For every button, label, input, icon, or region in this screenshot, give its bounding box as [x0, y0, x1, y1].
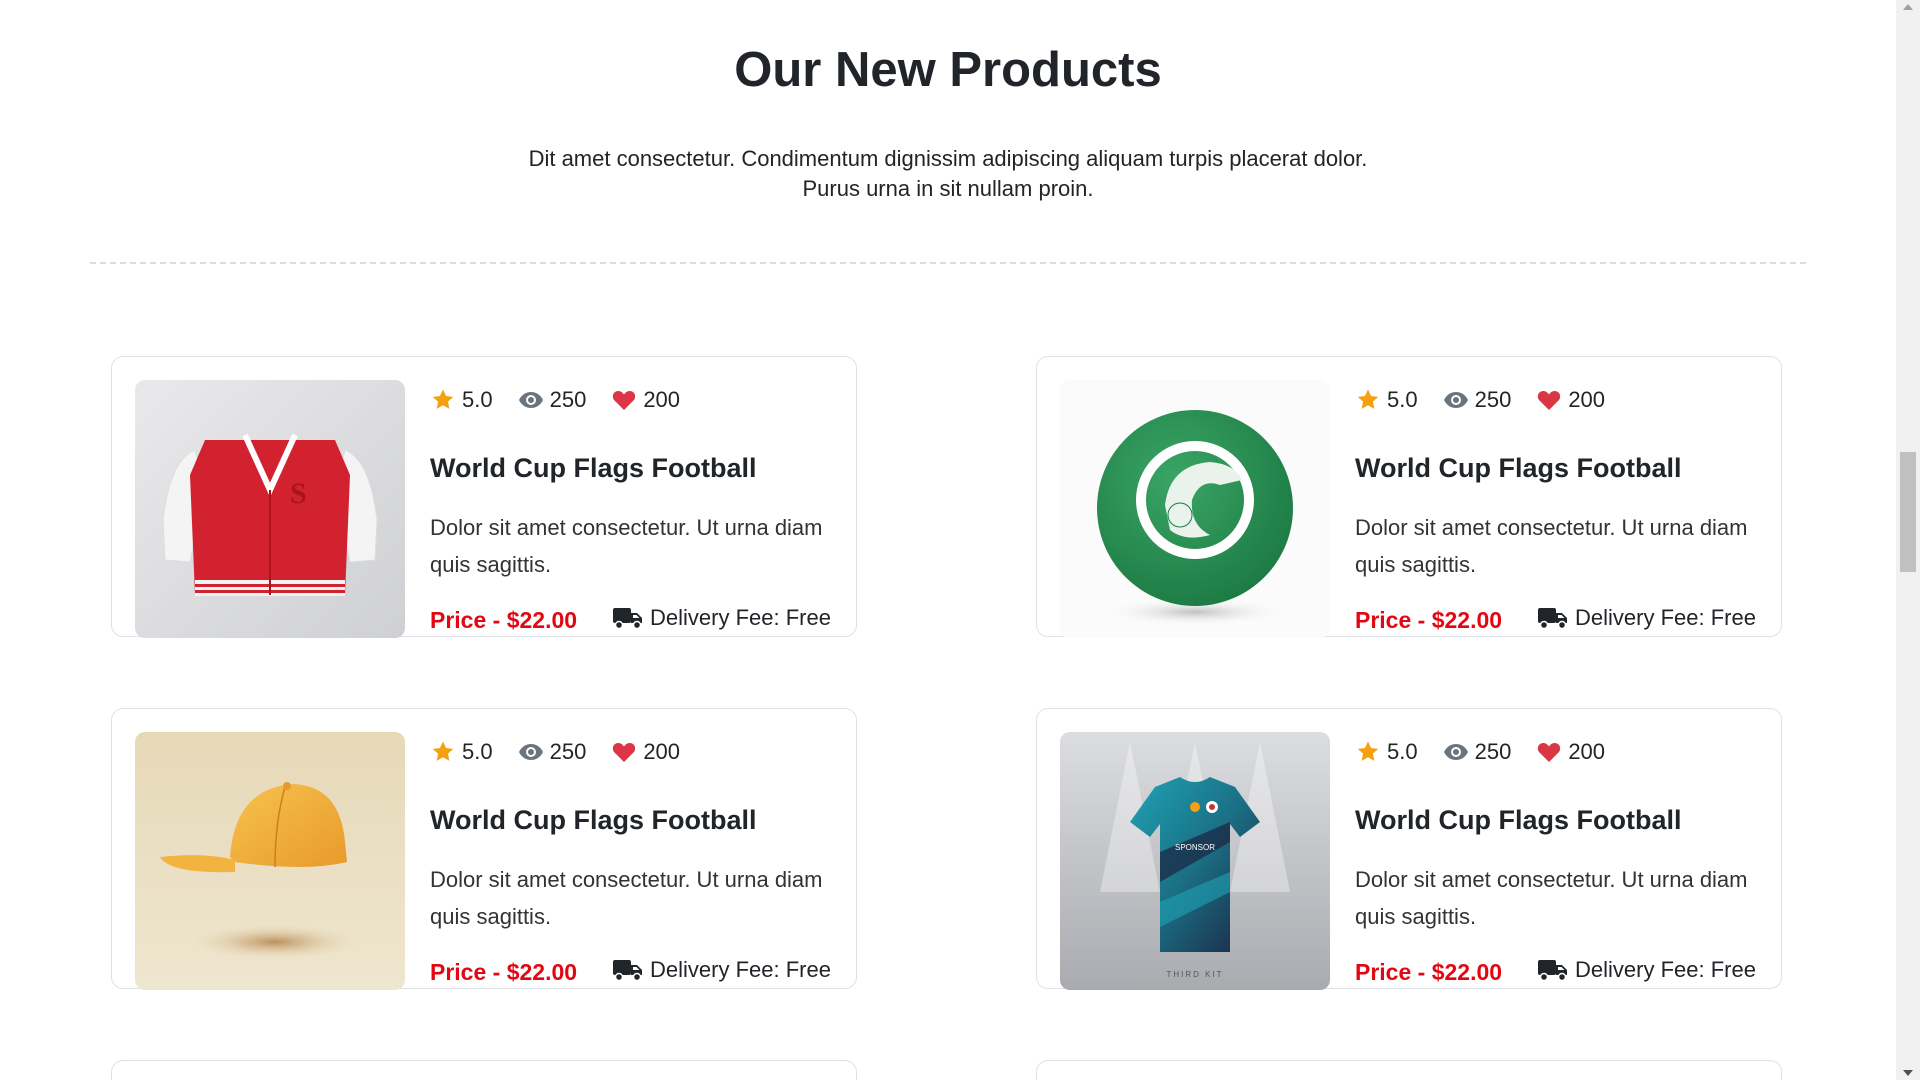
- delivery-text: Delivery Fee: Free: [1575, 605, 1756, 630]
- likes-value: 200: [1568, 739, 1606, 764]
- product-image-football[interactable]: [1060, 380, 1330, 638]
- product-price: Price - $22.00: [1355, 959, 1503, 985]
- product-description: Dolor sit amet consectetur. Ut urna diam…: [430, 867, 823, 929]
- likes-value: 200: [1568, 387, 1606, 412]
- rating-value: 5.0: [462, 739, 493, 764]
- product-title[interactable]: World Cup Flags Football: [430, 453, 756, 484]
- likes-stat[interactable]: 200: [611, 387, 680, 413]
- product-card-partial[interactable]: [111, 1060, 857, 1080]
- likes-value: 200: [643, 387, 681, 412]
- rating-value: 5.0: [462, 387, 493, 412]
- heart-icon[interactable]: [1536, 739, 1562, 765]
- jersey-sponsor: SPONSOR: [1175, 843, 1215, 852]
- heart-icon[interactable]: [611, 387, 637, 413]
- rating-stat: 5.0: [430, 387, 493, 413]
- scrollbar-thumb[interactable]: [1900, 452, 1916, 572]
- delivery-info: Delivery Fee: Free: [612, 957, 831, 983]
- product-price: Price - $22.00: [1355, 607, 1503, 633]
- product-card[interactable]: SPONSOR THIRD KIT 5.0 250 200 World Cup …: [1036, 708, 1782, 990]
- views-value: 250: [549, 739, 587, 764]
- delivery-text: Delivery Fee: Free: [650, 605, 831, 630]
- rating-stat: 5.0: [1355, 387, 1418, 413]
- truck-icon: [612, 957, 644, 983]
- product-stats: 5.0 250 200: [430, 385, 705, 415]
- star-icon: [430, 739, 456, 765]
- delivery-info: Delivery Fee: Free: [1537, 957, 1756, 983]
- product-stats: 5.0 250 200: [1355, 737, 1630, 767]
- jacket-image: S: [135, 380, 405, 638]
- product-image-jacket[interactable]: S: [135, 380, 405, 638]
- views-value: 250: [1474, 387, 1512, 412]
- product-card[interactable]: S 5.0 250 200 World Cup Flags Football D…: [111, 356, 857, 638]
- product-image-cap[interactable]: [135, 732, 405, 990]
- product-title[interactable]: World Cup Flags Football: [430, 805, 756, 836]
- product-description: Dolor sit amet consectetur. Ut urna diam…: [1355, 515, 1748, 577]
- jersey-image: SPONSOR THIRD KIT: [1060, 732, 1330, 990]
- product-card[interactable]: 5.0 250 200 World Cup Flags Football Dol…: [111, 708, 857, 990]
- product-card-partial[interactable]: [1036, 1060, 1782, 1080]
- product-price: Price - $22.00: [430, 959, 578, 985]
- likes-stat[interactable]: 200: [1536, 387, 1605, 413]
- product-stats: 5.0 250 200: [1355, 385, 1630, 415]
- rating-stat: 5.0: [430, 739, 493, 765]
- eye-icon: [518, 739, 544, 765]
- product-title[interactable]: World Cup Flags Football: [1355, 453, 1681, 484]
- likes-value: 200: [643, 739, 681, 764]
- product-description: Dolor sit amet consectetur. Ut urna diam…: [430, 515, 823, 577]
- delivery-text: Delivery Fee: Free: [650, 957, 831, 982]
- truck-icon: [1537, 605, 1569, 631]
- product-stats: 5.0 250 200: [430, 737, 705, 767]
- views-stat: 250: [1443, 387, 1512, 413]
- product-price: Price - $22.00: [430, 607, 578, 633]
- heart-icon[interactable]: [1536, 387, 1562, 413]
- likes-stat[interactable]: 200: [1536, 739, 1605, 765]
- product-card[interactable]: 5.0 250 200 World Cup Flags Football Dol…: [1036, 356, 1782, 638]
- product-description: Dolor sit amet consectetur. Ut urna diam…: [1355, 867, 1748, 929]
- delivery-info: Delivery Fee: Free: [1537, 605, 1756, 631]
- scroll-up-arrow-icon[interactable]: [1903, 4, 1913, 10]
- eye-icon: [1443, 387, 1469, 413]
- football-image: [1060, 380, 1330, 638]
- delivery-text: Delivery Fee: Free: [1575, 957, 1756, 982]
- dashed-divider: [90, 262, 1806, 264]
- jersey-caption: THIRD KIT: [1166, 970, 1223, 979]
- eye-icon: [518, 387, 544, 413]
- product-image-jersey[interactable]: SPONSOR THIRD KIT: [1060, 732, 1330, 990]
- rating-stat: 5.0: [1355, 739, 1418, 765]
- scroll-down-arrow-icon[interactable]: [1903, 1070, 1913, 1076]
- section-subtitle: Dit amet consectetur. Condimentum dignis…: [528, 146, 1368, 201]
- star-icon: [1355, 387, 1381, 413]
- truck-icon: [612, 605, 644, 631]
- rating-value: 5.0: [1387, 387, 1418, 412]
- star-icon: [430, 387, 456, 413]
- views-value: 250: [549, 387, 587, 412]
- likes-stat[interactable]: 200: [611, 739, 680, 765]
- heart-icon[interactable]: [611, 739, 637, 765]
- eye-icon: [1443, 739, 1469, 765]
- views-stat: 250: [518, 387, 587, 413]
- truck-icon: [1537, 957, 1569, 983]
- products-section: Our New Products Dit amet consectetur. C…: [0, 0, 1896, 1080]
- star-icon: [1355, 739, 1381, 765]
- rating-value: 5.0: [1387, 739, 1418, 764]
- views-value: 250: [1474, 739, 1512, 764]
- cap-image: [135, 732, 405, 990]
- views-stat: 250: [518, 739, 587, 765]
- jacket-letter: S: [290, 477, 307, 510]
- delivery-info: Delivery Fee: Free: [612, 605, 831, 631]
- section-title: Our New Products: [734, 43, 1162, 97]
- product-title[interactable]: World Cup Flags Football: [1355, 805, 1681, 836]
- views-stat: 250: [1443, 739, 1512, 765]
- vertical-scrollbar[interactable]: [1896, 0, 1920, 1080]
